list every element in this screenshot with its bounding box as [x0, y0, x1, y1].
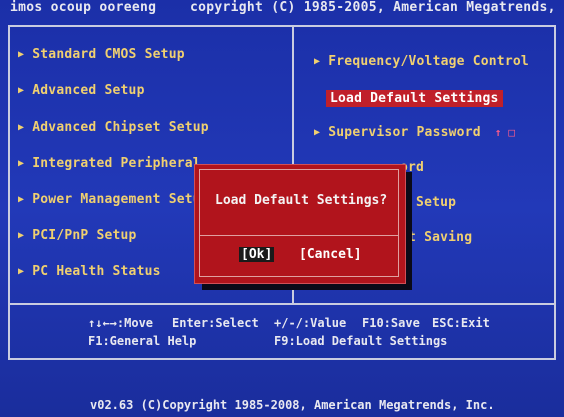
help-exit: ESC:Exit [432, 316, 490, 330]
menu-item-standard-cmos[interactable]: ▶ Standard CMOS Setup [18, 47, 185, 62]
menu-label: PCI/PnP Setup [32, 228, 137, 243]
menu-label: Standard CMOS Setup [32, 47, 185, 62]
menu-item-power-management[interactable]: ▶ Power Management Setu [18, 192, 201, 207]
dialog-border [199, 169, 200, 277]
triangle-right-icon: ▶ [18, 230, 25, 241]
menu-label: Advanced Chipset Setup [32, 120, 209, 135]
frame-border-right [554, 25, 556, 305]
bios-footer-copyright: v02.63 (C)Copyright 1985-2008, American … [90, 398, 495, 412]
menu-item-integrated-peripheral[interactable]: ▶ Integrated Peripheral [18, 156, 201, 171]
triangle-right-icon: ▶ [18, 194, 25, 205]
triangle-right-icon: ▶ [314, 127, 321, 138]
help-general: F1:General Help [88, 334, 197, 348]
menu-item-pci-pnp[interactable]: ▶ PCI/PnP Setup [18, 228, 137, 243]
menu-label: PC Health Status [32, 264, 161, 279]
triangle-right-icon: ▶ [18, 158, 25, 169]
help-load-defaults: F9:Load Default Settings [274, 334, 448, 348]
dialog-border [199, 276, 399, 277]
help-move: ↑↓←→:Move [88, 316, 154, 330]
confirm-dialog: Load Default Settings? [Ok] [Cancel] [194, 164, 406, 284]
dialog-border [398, 169, 399, 277]
dialog-border [199, 169, 399, 170]
triangle-right-icon: ▶ [18, 266, 25, 277]
title-copyright: copyright (C) 1985-2005, American Megatr… [190, 0, 564, 15]
triangle-right-icon: ▶ [18, 49, 25, 60]
ok-button[interactable]: [Ok] [239, 247, 275, 262]
menu-label: Power Management Setu [32, 192, 201, 207]
triangle-right-icon: ▶ [314, 56, 321, 67]
dialog-divider [199, 235, 399, 236]
triangle-right-icon: ▶ [18, 85, 25, 96]
menu-label: Supervisor Password [328, 125, 481, 140]
triangle-right-icon: ▶ [18, 122, 25, 133]
menu-item-advanced-setup[interactable]: ▶ Advanced Setup [18, 83, 145, 98]
menu-item-advanced-chipset[interactable]: ▶ Advanced Chipset Setup [18, 120, 209, 135]
help-value: +/-/:Value [274, 316, 347, 330]
help-select: Enter:Select [172, 316, 259, 330]
menu-item-pc-health[interactable]: ▶ PC Health Status [18, 264, 161, 279]
title-left: imos ocoup ooreeng [10, 0, 157, 15]
menu-item-frequency-voltage[interactable]: ▶ Frequency/Voltage Control [314, 54, 529, 69]
status-glyph: ↑ □ [494, 126, 516, 139]
frame-border-top [8, 25, 556, 27]
frame-help-right [554, 305, 556, 360]
menu-label: Integrated Peripheral [32, 156, 201, 171]
help-save: F10:Save [362, 316, 420, 330]
menu-label: Advanced Setup [32, 83, 145, 98]
frame-help-left [8, 305, 10, 360]
frame-divider-bottom [8, 358, 556, 360]
frame-border-left [8, 25, 10, 305]
bios-title-bar: imos ocoup ooreeng copyright (C) 1985-20… [0, 0, 564, 22]
cancel-button[interactable]: [Cancel] [299, 247, 362, 262]
menu-item-load-defaults[interactable]: Load Default Settings [326, 90, 503, 107]
bios-screen: imos ocoup ooreeng copyright (C) 1985-20… [0, 0, 564, 417]
dialog-message: Load Default Settings? [215, 193, 388, 208]
menu-label: Frequency/Voltage Control [328, 54, 529, 69]
menu-item-supervisor-password[interactable]: ▶ Supervisor Password ↑ □ [314, 125, 515, 140]
frame-divider-horizontal [8, 303, 556, 305]
